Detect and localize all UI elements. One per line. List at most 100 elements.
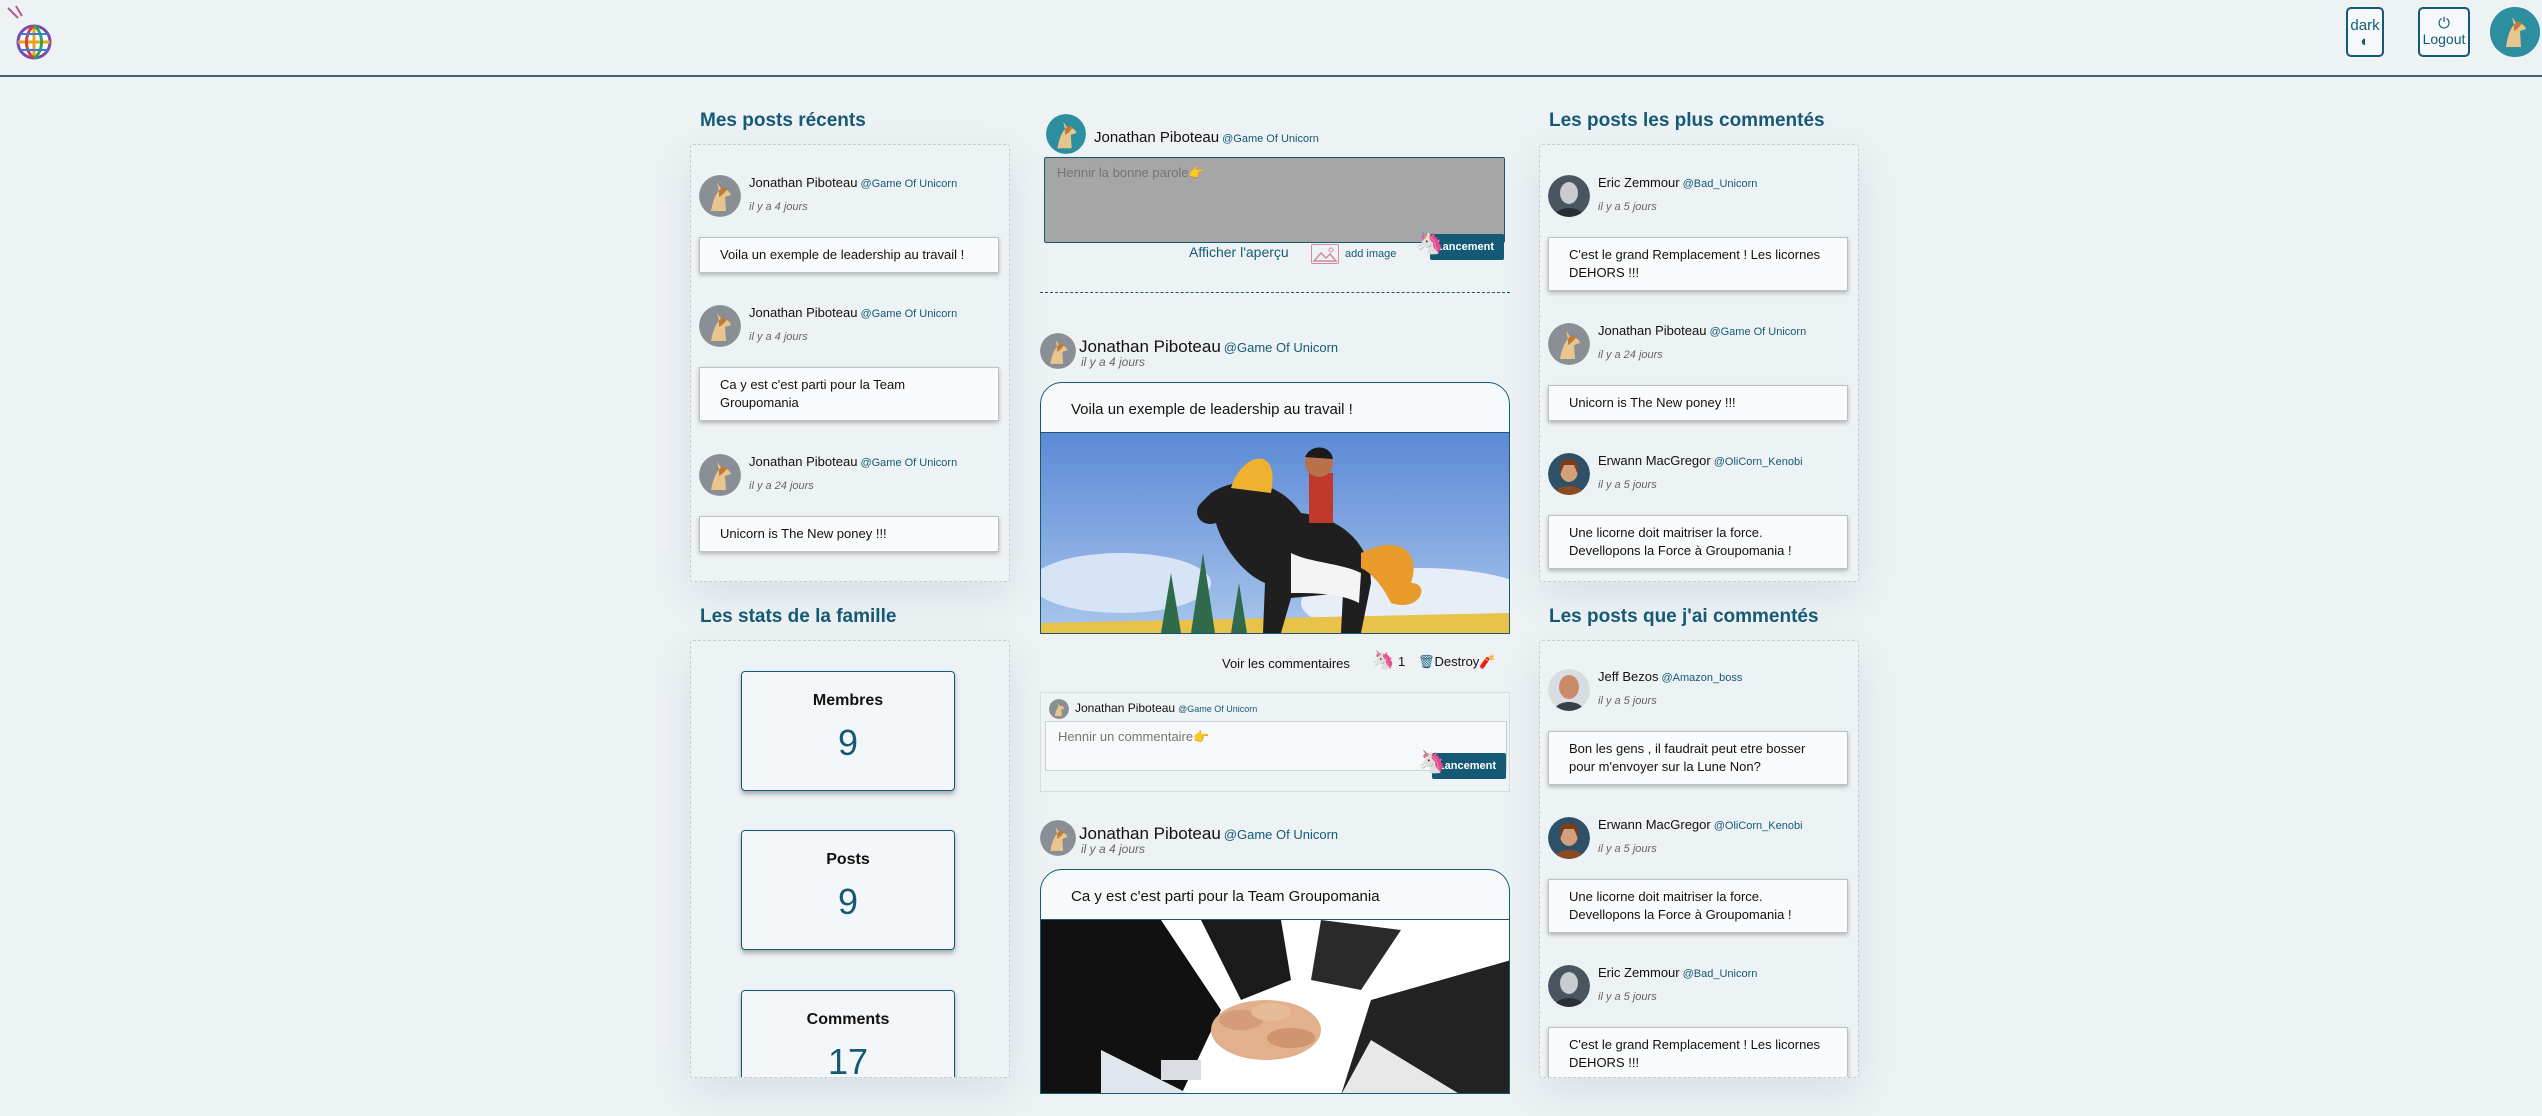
post-time: il y a 5 jours <box>1598 991 1657 1003</box>
author-handle: @Bad_Unicorn <box>1682 178 1758 190</box>
members-label: Membres <box>812 692 884 709</box>
post-preview[interactable]: Bon les gens , il faudrait peut etre bos… <box>1548 731 1848 785</box>
comments-stat-card: Comments 17 <box>741 990 955 1078</box>
dark-mode-label: dark <box>2350 17 2380 34</box>
submit-post-label: Lancement <box>1435 241 1494 253</box>
author-handle: @OliCorn_Kenobi <box>1713 820 1803 832</box>
members-stat-card: Membres 9 <box>741 671 955 791</box>
author-handle: @Game Of Unicorn <box>1709 326 1807 338</box>
post-time: il y a 5 jours <box>1598 843 1657 855</box>
dark-mode-button[interactable]: dark ◐ <box>2346 7 2384 57</box>
avatar <box>1548 669 1590 711</box>
like-button[interactable]: 🦄 1 <box>1372 650 1405 671</box>
add-image-label: add image <box>1345 247 1397 260</box>
avatar <box>699 454 741 496</box>
post-preview[interactable]: C'est le grand Remplacement ! Les licorn… <box>1548 237 1848 291</box>
post-time: il y a 5 jours <box>1598 479 1657 491</box>
post-time: il y a 5 jours <box>1598 201 1657 213</box>
top-bar: dark ◐ ⏻ Logout <box>0 0 2542 77</box>
avatar <box>1548 175 1590 217</box>
author-handle: @Amazon_boss <box>1661 672 1743 684</box>
avatar <box>1046 114 1086 154</box>
author-handle: @Game Of Unicorn <box>1222 133 1319 145</box>
like-count: 1 <box>1398 654 1406 669</box>
contrast-icon: ◐ <box>2360 33 2370 50</box>
author-name: Jonathan Piboteau @Game Of Unicorn <box>1598 323 1807 338</box>
avatar <box>1548 817 1590 859</box>
post-time: il y a 4 jours <box>1081 842 1146 856</box>
comment-author: Jonathan Piboteau @Game Of Unicorn <box>1075 701 1258 715</box>
post-card: Ca y est c'est parti pour la Team Groupo… <box>1040 869 1510 1094</box>
trash-icon: 🗑 <box>1418 654 1435 669</box>
post-preview[interactable]: Ca y est c'est parti pour la Team Groupo… <box>699 367 999 421</box>
user-avatar[interactable] <box>2490 7 2540 57</box>
unicorn-icon: 🦄 <box>1416 230 1444 255</box>
author-name: Jonathan Piboteau @Game Of Unicorn <box>749 305 958 320</box>
post-preview[interactable]: C'est le grand Remplacement ! Les licorn… <box>1548 1027 1848 1077</box>
post-preview[interactable]: Unicorn is The New poney !!! <box>1548 385 1848 421</box>
author-handle: @Game Of Unicorn <box>860 178 958 190</box>
author-handle: @Bad_Unicorn <box>1682 968 1758 980</box>
my-posts-title: Mes posts récents <box>700 110 866 131</box>
submit-comment-button[interactable]: 🦄 Lancement <box>1418 749 1506 779</box>
post-preview[interactable]: Voila un exemple de leadership au travai… <box>699 237 999 273</box>
author-name: Jeff Bezos @Amazon_boss <box>1598 669 1743 684</box>
author-name: Eric Zemmour @Bad_Unicorn <box>1598 175 1758 190</box>
author-handle: @Game Of Unicorn <box>1223 340 1339 355</box>
power-icon: ⏻ <box>2438 15 2450 32</box>
post-time: il y a 4 jours <box>749 331 808 343</box>
show-preview-link[interactable]: Afficher l'aperçu <box>1189 244 1289 260</box>
show-comments-link[interactable]: Voir les commentaires <box>1222 656 1350 671</box>
image-icon <box>1311 244 1339 264</box>
post-preview[interactable]: Unicorn is The New poney !!! <box>699 516 999 552</box>
post-card: Voila un exemple de leadership au travai… <box>1040 382 1510 634</box>
author-handle: @Game Of Unicorn <box>860 308 958 320</box>
stats-title: Les stats de la famille <box>700 606 897 627</box>
post-time: il y a 24 jours <box>749 480 814 492</box>
author-name: Jonathan Piboteau @Game Of Unicorn <box>749 175 958 190</box>
my-posts-panel: Jonathan Piboteau @Game Of Unicorn il y a… <box>690 144 1010 582</box>
destroy-label: Destroy <box>1434 654 1480 669</box>
avatar <box>1040 820 1076 856</box>
avatar <box>1040 333 1076 369</box>
submit-post-button[interactable]: 🦄 Lancement <box>1416 230 1504 260</box>
author-handle: @OliCorn_Kenobi <box>1713 456 1803 468</box>
add-image-button[interactable]: add image <box>1311 244 1396 264</box>
unicorn-like-icon: 🦄 <box>1372 650 1395 670</box>
globe-logo-icon[interactable] <box>4 4 54 60</box>
submit-comment-label: Lancement <box>1437 760 1496 772</box>
author-name: Jonathan Piboteau @Game Of Unicorn <box>1079 824 1339 843</box>
posts-label: Posts <box>826 851 870 868</box>
my-comments-title: Les posts que j'ai commentés <box>1549 606 1819 627</box>
post-time: il y a 5 jours <box>1598 695 1657 707</box>
logout-button[interactable]: ⏻ Logout <box>2418 7 2470 57</box>
dynamite-icon: 🧨 <box>1479 654 1496 669</box>
post-text: Ca y est c'est parti pour la Team Groupo… <box>1041 870 1509 920</box>
post-time: il y a 4 jours <box>1081 355 1146 369</box>
post-preview[interactable]: Une licorne doit maitriser la force. Dev… <box>1548 515 1848 569</box>
most-commented-panel: Eric Zemmour @Bad_Unicorn il y a 5 jours … <box>1539 144 1859 582</box>
post-time: il y a 24 jours <box>1598 349 1663 361</box>
comment-area: Jonathan Piboteau@Game Of Unicorn 🦄 Lanc… <box>1040 692 1510 792</box>
most-commented-title: Les posts les plus commentés <box>1549 110 1825 131</box>
post-image[interactable] <box>1041 920 1510 1094</box>
composer-author: Jonathan Piboteau @Game Of Unicorn <box>1094 129 1319 146</box>
avatar <box>699 175 741 217</box>
unicorn-icon: 🦄 <box>1418 749 1446 774</box>
post-preview[interactable]: Une licorne doit maitriser la force. Dev… <box>1548 879 1848 933</box>
avatar <box>1548 453 1590 495</box>
posts-stat-card: Posts 9 <box>741 830 955 950</box>
my-comments-panel: Jeff Bezos @Amazon_boss il y a 5 jours Bo… <box>1539 640 1859 1078</box>
post-image[interactable] <box>1041 433 1510 634</box>
author-name: Erwann MacGregor @OliCorn_Kenobi <box>1598 817 1803 832</box>
post-time: il y a 4 jours <box>749 201 808 213</box>
comments-value: 17 <box>827 1041 869 1078</box>
divider <box>1040 292 1510 293</box>
avatar <box>699 305 741 347</box>
author-name: Jonathan Piboteau @Game Of Unicorn <box>749 454 958 469</box>
avatar <box>1548 323 1590 365</box>
posts-value: 9 <box>837 881 859 922</box>
avatar <box>1548 965 1590 1007</box>
destroy-button[interactable]: 🗑Destroy🧨 <box>1418 654 1496 670</box>
author-handle: @Game Of Unicorn <box>1223 827 1339 842</box>
